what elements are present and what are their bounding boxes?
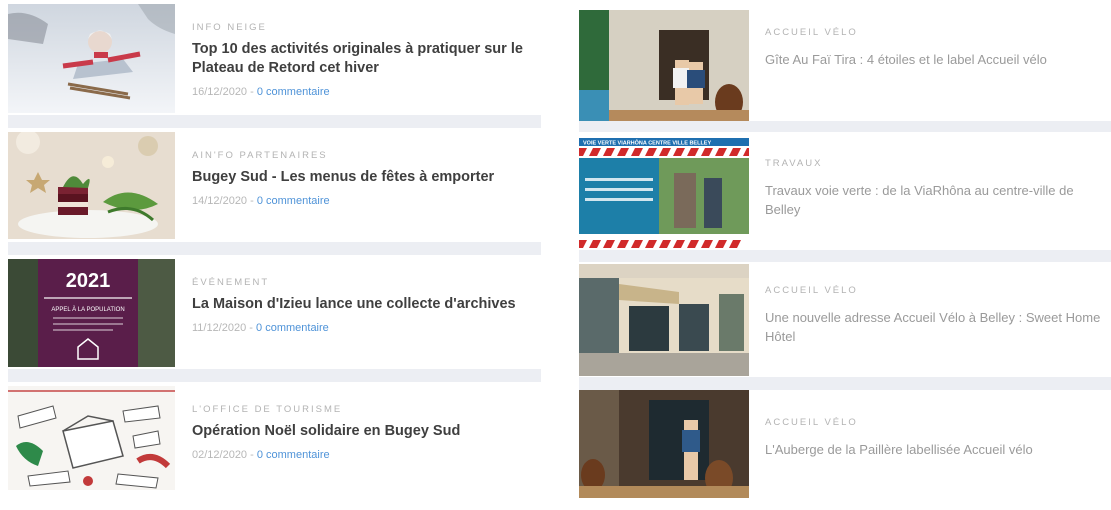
article-date: 11/12/2020 — [192, 322, 247, 334]
right-article-column: ACCUEIL VÉLO Gîte Au Faï Tira : 4 étoile… — [579, 0, 1111, 510]
article-category[interactable]: ACCUEIL VÉLO — [765, 285, 1101, 296]
poster-year: 2021 — [66, 270, 111, 292]
article-title[interactable]: L'Auberge de la Paillère labellisée Accu… — [765, 440, 1101, 459]
article-card[interactable]: 2021 APPEL À LA POPULATION ÉVÉNEMENT La … — [8, 255, 541, 369]
meta-separator: - — [246, 322, 257, 334]
comments-link[interactable]: 0 commentaire — [256, 322, 329, 334]
article-content: ÉVÉNEMENT La Maison d'Izieu lance une co… — [192, 277, 531, 334]
article-card[interactable]: ACCUEIL VÉLO L'Auberge de la Paillère la… — [579, 390, 1111, 510]
article-content: ACCUEIL VÉLO L'Auberge de la Paillère la… — [765, 417, 1101, 459]
article-thumbnail-gite[interactable] — [579, 10, 749, 121]
left-article-column: INFO NEIGE Top 10 des activités original… — [8, 0, 541, 492]
article-meta: 11/12/2020 - 0 commentaire — [192, 322, 531, 334]
article-meta: 16/12/2020 - 0 commentaire — [192, 86, 531, 98]
article-meta: 02/12/2020 - 0 commentaire — [192, 449, 531, 461]
card-separator — [579, 250, 1111, 262]
article-card[interactable]: L'OFFICE DE TOURISME Opération Noël soli… — [8, 382, 541, 492]
meta-separator: - — [247, 195, 257, 207]
article-thumbnail-sweet-home-hotel[interactable] — [579, 264, 749, 376]
article-thumbnail-auberge[interactable] — [579, 390, 749, 498]
card-separator — [8, 369, 541, 382]
article-title[interactable]: Opération Noël solidaire en Bugey Sud — [192, 422, 531, 441]
article-category[interactable]: ÉVÉNEMENT — [192, 277, 531, 288]
article-title[interactable]: Gîte Au Faï Tira : 4 étoiles et le label… — [765, 50, 1101, 69]
article-title[interactable]: Une nouvelle adresse Accueil Vélo à Bell… — [765, 308, 1101, 346]
article-thumbnail-voie-verte[interactable]: VOIE VERTE VIARHÔNA CENTRE VILLE BELLEY — [579, 138, 749, 250]
article-date: 02/12/2020 — [192, 449, 248, 461]
article-category[interactable]: ACCUEIL VÉLO — [765, 417, 1101, 428]
article-card[interactable]: ACCUEIL VÉLO Une nouvelle adresse Accuei… — [579, 262, 1111, 377]
article-thumbnail-sledding[interactable] — [8, 4, 175, 113]
article-content: ACCUEIL VÉLO Une nouvelle adresse Accuei… — [765, 285, 1101, 346]
article-title[interactable]: Travaux voie verte : de la ViaRhôna au c… — [765, 181, 1101, 219]
meta-separator: - — [247, 449, 257, 461]
article-thumbnail-archive-poster[interactable]: 2021 APPEL À LA POPULATION — [8, 259, 175, 367]
article-title[interactable]: Top 10 des activités originales à pratiq… — [192, 40, 531, 78]
article-content: INFO NEIGE Top 10 des activités original… — [192, 22, 531, 98]
article-card[interactable]: INFO NEIGE Top 10 des activités original… — [8, 0, 541, 115]
article-category[interactable]: ACCUEIL VÉLO — [765, 27, 1101, 38]
meta-separator: - — [247, 86, 257, 98]
article-category[interactable]: INFO NEIGE — [192, 22, 531, 33]
card-separator — [579, 121, 1111, 132]
article-card[interactable]: VOIE VERTE VIARHÔNA CENTRE VILLE BELLEY — [579, 132, 1111, 250]
card-separator — [8, 242, 541, 255]
comments-link[interactable]: 0 commentaire — [257, 86, 330, 98]
comments-link[interactable]: 0 commentaire — [257, 449, 330, 461]
poster-subtitle: APPEL À LA POPULATION — [51, 306, 124, 313]
thumbnail-banner-text: VOIE VERTE VIARHÔNA CENTRE VILLE BELLEY — [583, 139, 711, 147]
article-meta: 14/12/2020 - 0 commentaire — [192, 195, 531, 207]
article-title[interactable]: Bugey Sud - Les menus de fêtes à emporte… — [192, 168, 531, 187]
article-content: ACCUEIL VÉLO Gîte Au Faï Tira : 4 étoile… — [765, 27, 1101, 69]
card-separator — [579, 377, 1111, 390]
article-card[interactable]: ACCUEIL VÉLO Gîte Au Faï Tira : 4 étoile… — [579, 0, 1111, 121]
article-date: 16/12/2020 — [192, 86, 248, 98]
article-date: 14/12/2020 — [192, 195, 248, 207]
article-title[interactable]: La Maison d'Izieu lance une collecte d'a… — [192, 295, 531, 314]
article-thumbnail-festive-dish[interactable] — [8, 132, 175, 239]
comments-link[interactable]: 0 commentaire — [257, 195, 330, 207]
article-content: TRAVAUX Travaux voie verte : de la ViaRh… — [765, 158, 1101, 219]
article-content: AIN'FO PARTENAIRES Bugey Sud - Les menus… — [192, 150, 531, 207]
article-category[interactable]: TRAVAUX — [765, 158, 1101, 169]
article-category[interactable]: L'OFFICE DE TOURISME — [192, 404, 531, 415]
card-separator — [8, 115, 541, 128]
article-content: L'OFFICE DE TOURISME Opération Noël soli… — [192, 404, 531, 461]
article-card[interactable]: AIN'FO PARTENAIRES Bugey Sud - Les menus… — [8, 128, 541, 242]
article-thumbnail-solidarity-christmas[interactable] — [8, 386, 175, 490]
article-category[interactable]: AIN'FO PARTENAIRES — [192, 150, 531, 161]
